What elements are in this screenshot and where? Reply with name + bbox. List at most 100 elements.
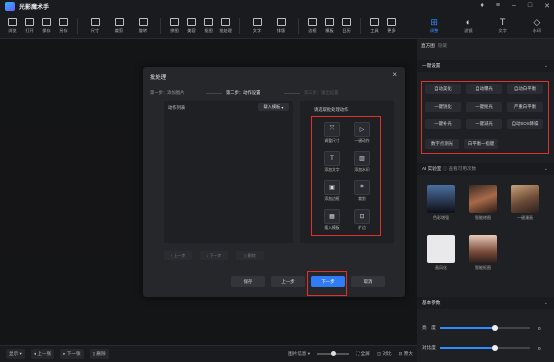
step-1: 第一步：添加图片 xyxy=(150,90,185,95)
add-text-action[interactable]: T 添加文字 xyxy=(320,151,344,175)
original-size-button[interactable]: ⊡ 原大 xyxy=(399,351,413,357)
toolbar-label: 抠图 xyxy=(204,27,213,33)
toolbar-tools-button[interactable]: 工具 xyxy=(366,15,383,37)
save-button[interactable]: 保存 xyxy=(231,276,265,287)
toolbar-batch-button[interactable]: 批处理 xyxy=(217,15,234,37)
next-image-button[interactable]: ▸ 下一张 xyxy=(60,349,84,359)
toolbar-label: 边框 xyxy=(308,27,317,33)
toolbar-calendar-button[interactable]: 日历 xyxy=(338,15,355,37)
move-down-button[interactable]: ↓ 下一步 xyxy=(200,251,228,260)
ai-lab-header[interactable]: AI 实验室 ⓘ 查看可用次数 ⌄ xyxy=(417,163,554,175)
contrast-slider[interactable] xyxy=(440,345,530,351)
toolbar-size-button[interactable]: 尺寸 xyxy=(83,15,107,37)
ai-thumbnail xyxy=(469,185,497,213)
histogram-header[interactable]: 直方图 隐藏 xyxy=(421,43,447,49)
toolbar-save-button[interactable]: 保存 xyxy=(38,15,55,37)
prev-image-button[interactable]: ◂ 上一张 xyxy=(30,349,55,359)
previous-step-button[interactable]: 上一步 xyxy=(271,276,305,287)
toolbar-save-as-button[interactable]: 另存 xyxy=(55,15,72,37)
insert-template-action[interactable]: ▦ 插入模板 xyxy=(320,209,344,233)
add-border-action[interactable]: ▣ 添加边框 xyxy=(320,180,344,204)
skin-icon[interactable]: ♦ xyxy=(480,2,484,10)
ai-thumbnail xyxy=(511,185,539,213)
zoom-slider-knob[interactable] xyxy=(331,351,337,356)
ai-card-label: 色彩增强 xyxy=(433,215,449,220)
toolbar-layout-button[interactable]: 排版 xyxy=(269,15,293,37)
action-label: 添加水印 xyxy=(354,168,370,172)
batch-process-dialog: 批处理 × 第一步：添加图片 第二步：动作设置 第三步：输出设置 动作列表 载入… xyxy=(143,67,405,297)
open-icon xyxy=(25,17,34,26)
toolbar-puzzle-button[interactable]: 拼图 xyxy=(166,15,183,37)
cutout-icon xyxy=(204,17,213,26)
quick-settings-highlight xyxy=(421,81,549,154)
chevron-down-icon: ⌄ xyxy=(543,63,548,69)
toolbar-label: 批处理 xyxy=(219,27,232,33)
toolbar-divider xyxy=(298,17,299,34)
tab-text[interactable]: T 文字 xyxy=(486,13,520,38)
toolbar-open-button[interactable]: 打开 xyxy=(21,15,38,37)
help-icon[interactable]: ⓘ xyxy=(443,166,448,172)
image-info-button[interactable]: 图片信息 ▾ xyxy=(288,351,310,357)
menu-icon[interactable]: ≡ xyxy=(496,2,500,10)
toolbar-divider xyxy=(239,17,240,34)
maximize-icon[interactable]: □ xyxy=(528,2,532,10)
toolbar-border-button[interactable]: 边框 xyxy=(304,15,321,37)
toolbar-label: 排版 xyxy=(276,27,286,33)
zoom-slider[interactable] xyxy=(317,351,350,356)
contrast-value[interactable]: 0 xyxy=(538,346,541,351)
ai-smart-retouch-card[interactable]: 智能修图 xyxy=(469,185,497,221)
add-watermark-action[interactable]: ▨ 添加水印 xyxy=(350,151,374,175)
fullscreen-button[interactable]: ⛶ 全屏 xyxy=(356,351,370,357)
toolbar-beauty-button[interactable]: 美容 xyxy=(183,15,200,37)
tab-filter[interactable]: ◐ 滤镜 xyxy=(451,13,485,38)
app-logo-icon xyxy=(5,2,15,11)
delete-action-button[interactable]: ▯ 删除 xyxy=(236,251,264,260)
close-icon[interactable]: × xyxy=(392,70,397,79)
cancel-button[interactable]: 取消 xyxy=(351,276,385,287)
ai-color-enhance-card[interactable]: 色彩增强 xyxy=(427,185,455,221)
tab-adjust[interactable]: ⊞ 调整 xyxy=(417,13,451,38)
ai-card-label: 一键漫画 xyxy=(517,215,533,220)
toolbar-label: 保存 xyxy=(42,27,51,33)
ai-paint-style-card[interactable]: 画风化 xyxy=(427,235,455,271)
toolbar-text-button[interactable]: 文字 xyxy=(245,15,269,37)
quick-settings-header[interactable]: 一键设置 ⌄ xyxy=(417,60,554,72)
up-arrow-icon: ↑ xyxy=(170,253,173,258)
slider-knob[interactable] xyxy=(492,325,499,331)
brightness-slider[interactable] xyxy=(440,325,530,331)
basic-params-title: 基本参数 xyxy=(422,300,441,305)
ai-lab-quota-link[interactable]: 查看可用次数 xyxy=(449,166,477,172)
toolbar-cutout-button[interactable]: 抠图 xyxy=(200,15,217,37)
brightness-label: 亮 度 xyxy=(422,325,436,330)
toolbar-rotate-button[interactable]: 旋转 xyxy=(131,15,155,37)
toolbar-crop-button[interactable]: 裁剪 xyxy=(107,15,131,37)
histogram-toggle[interactable]: 隐藏 xyxy=(438,43,447,48)
slider-knob[interactable] xyxy=(492,345,499,351)
display-button[interactable]: 显示 ▾ xyxy=(6,349,25,359)
action-label: 插入模板 xyxy=(324,226,340,230)
minimize-icon[interactable]: – xyxy=(512,2,516,10)
ai-thumbnail xyxy=(469,235,497,263)
brightness-value[interactable]: 0 xyxy=(538,326,541,331)
next-icon: ▸ xyxy=(63,351,66,356)
layout-icon xyxy=(276,17,286,26)
load-template-select[interactable]: 载入模板 ▾ xyxy=(258,103,289,111)
delete-image-button[interactable]: ▯ 删除 xyxy=(89,349,109,359)
one-click-action[interactable]: ▷ 一键动作 xyxy=(350,122,374,146)
ai-comic-card[interactable]: 一键漫画 xyxy=(511,185,539,221)
move-up-button[interactable]: ↑ 上一步 xyxy=(164,251,192,260)
toolbar-browse-button[interactable]: 浏览 xyxy=(4,15,21,37)
resize-action[interactable]: ⤧ 调整尺寸 xyxy=(320,122,344,146)
ai-card-label: 画风化 xyxy=(435,265,447,270)
toolbar-more-button[interactable]: 更多 xyxy=(383,15,400,37)
basic-params-header[interactable]: 基本参数 ⌄ xyxy=(417,297,554,309)
move-up-label: 上一步 xyxy=(173,252,186,258)
compare-button[interactable]: ◫ 对比 xyxy=(377,351,392,357)
tab-label: 调整 xyxy=(429,28,439,33)
toolbar-template-button[interactable]: 模板 xyxy=(321,15,338,37)
tab-watermark[interactable]: ◇ 水印 xyxy=(520,13,554,38)
ai-smart-cutout-card[interactable]: 智能抠图 xyxy=(469,235,497,271)
expand-border-action[interactable]: ⊡ 扩边 xyxy=(350,209,374,233)
crop-action[interactable]: ⌗ 裁剪 xyxy=(350,180,374,204)
close-icon[interactable]: ✕ xyxy=(544,2,550,10)
